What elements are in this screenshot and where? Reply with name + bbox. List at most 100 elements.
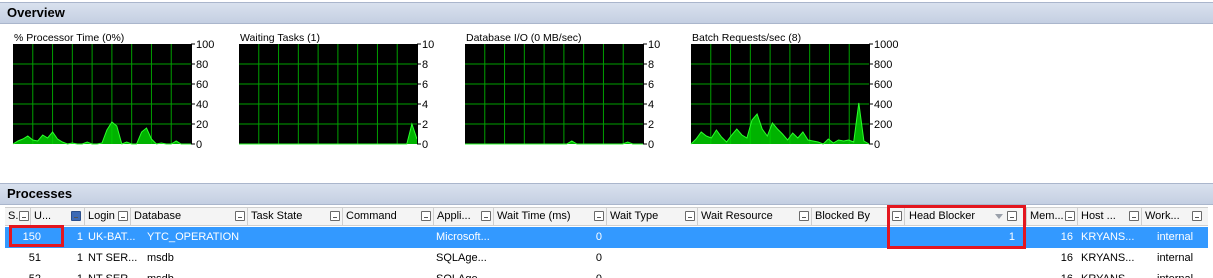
cell-workload: internal [1157,231,1194,243]
table-row[interactable]: 150 1 UK-BAT... YTC_OPERATION Microsoft.… [5,227,1208,248]
waiting-tasks-chart: 10 8 6 4 2 0 [239,39,434,151]
filter-icon[interactable] [685,211,695,221]
batch-requests-title: Batch Requests/sec (8) [692,32,802,44]
chart-tick-label: 1000 [874,39,898,51]
cell-blocked-by [815,269,903,278]
overview-header: Overview [0,2,1213,24]
chart-tick-label: 20 [196,119,208,131]
cell-database: msdb [147,252,174,264]
database-io-chart: 10 8 6 4 2 0 [465,39,660,151]
cell-login: NT SER... [88,252,138,264]
column-header-user-process[interactable]: U... [31,208,85,226]
column-label: Wait Type [610,210,659,222]
cell-workload: internal [1157,269,1207,278]
database-io-title: Database I/O (0 MB/sec) [466,32,582,44]
filter-icon[interactable] [594,211,604,221]
filter-icon[interactable] [1129,211,1139,221]
filter-icon[interactable] [330,211,340,221]
column-header-task-state[interactable]: Task State [248,208,343,226]
column-label: Blocked By [815,210,871,222]
chart-tick-label: 200 [874,119,892,131]
chart-tick-label: 8 [422,59,428,71]
chart-tick-label: 6 [648,79,654,91]
chart-plot-area [13,44,191,144]
chart-tick-label: 4 [422,99,428,111]
column-header-wait-type[interactable]: Wait Type [607,208,698,226]
cell-wait-time: 0 [595,231,602,243]
column-label: Appli... [437,210,471,222]
chart-tick-label: 2 [648,119,654,131]
cell-wait-type [610,269,696,278]
cell-workload: internal [1157,252,1194,264]
cell-memory: 16 [1060,231,1073,243]
waiting-tasks-title: Waiting Tasks (1) [240,32,320,44]
filter-icon[interactable] [799,211,809,221]
column-header-database[interactable]: Database [131,208,248,226]
cell-wait-type [610,248,696,269]
cell-database: msdb [147,269,247,278]
cell-application: SQLAge... [436,269,496,278]
column-label: Login [88,210,115,222]
column-header-host[interactable]: Host ... [1078,208,1142,226]
cell-wait-time: 0 [494,269,602,278]
chart-tick-label: 0 [648,139,654,151]
cell-wait-resource [701,269,809,278]
column-header-workload[interactable]: Work... [1142,208,1208,226]
column-header-command[interactable]: Command [343,208,434,226]
cell-application: SQLAge... [436,252,487,264]
column-header-wait-time[interactable]: Wait Time (ms) [494,208,607,226]
chart-tick-label: 8 [648,59,654,71]
filter-icon[interactable] [1192,211,1202,221]
cell-host: KRYANS... [1081,252,1135,264]
chart-tick-label: 0 [422,139,428,151]
cell-login: NT SER... [88,269,143,278]
chart-tick-label: 400 [874,99,892,111]
cell-blocked-by [815,248,903,269]
cell-wait-resource [701,248,809,269]
process-grid-header: S... U... Login Database Task State Comm… [5,207,1208,226]
column-label: Database [134,210,182,222]
column-label: Command [346,210,397,222]
chart-tick-label: 2 [422,119,428,131]
cell-database: YTC_OPERATION [147,231,240,243]
processes-title: Processes [7,186,73,201]
chart-tick-label: 10 [422,39,434,51]
column-header-login[interactable]: Login [85,208,131,226]
filter-icon[interactable] [1065,211,1075,221]
processor-time-title: % Processor Time (0%) [14,32,125,44]
cell-host: KRYANS... [1081,269,1141,278]
cell-user-process: 1 [76,252,83,264]
cell-session-id: 52 [5,269,41,278]
session-id-highlight [9,225,64,247]
column-header-application[interactable]: Appli... [434,208,494,226]
column-label: Task State [251,210,303,222]
chart-tick-label: 0 [874,139,880,151]
filter-active-icon[interactable] [71,211,81,221]
cell-memory: 16 [1027,269,1073,278]
column-header-memory[interactable]: Mem... [1027,208,1078,226]
filter-icon[interactable] [421,211,431,221]
chart-tick-label: 100 [196,39,214,51]
table-row[interactable]: 52 1 NT SER... msdb SQLAge... 0 16 KRYAN… [5,269,1208,278]
column-header-wait-resource[interactable]: Wait Resource [698,208,812,226]
cell-head-blocker [905,248,1015,269]
chart-tick-label: 10 [648,39,660,51]
cell-task-state [251,227,341,248]
chart-plot-area [239,44,417,144]
head-blocker-highlight [887,205,1026,249]
filter-icon[interactable] [235,211,245,221]
column-header-session-id[interactable]: S... [5,208,31,226]
filter-icon[interactable] [118,211,128,221]
filter-icon[interactable] [481,211,491,221]
batch-requests-chart: 1000 800 600 400 200 0 [690,39,898,151]
cell-login: UK-BAT... [88,231,136,243]
chart-tick-label: 800 [874,59,892,71]
cell-task-state [251,248,341,269]
cell-head-blocker [905,269,1015,278]
chart-plot-area [691,44,869,144]
filter-icon[interactable] [19,211,29,221]
cell-wait-resource [701,227,809,248]
column-label: Mem... [1030,210,1064,222]
chart-tick-label: 80 [196,59,208,71]
table-row[interactable]: 51 1 NT SER... msdb SQLAge... 0 16 KRYAN… [5,248,1208,269]
